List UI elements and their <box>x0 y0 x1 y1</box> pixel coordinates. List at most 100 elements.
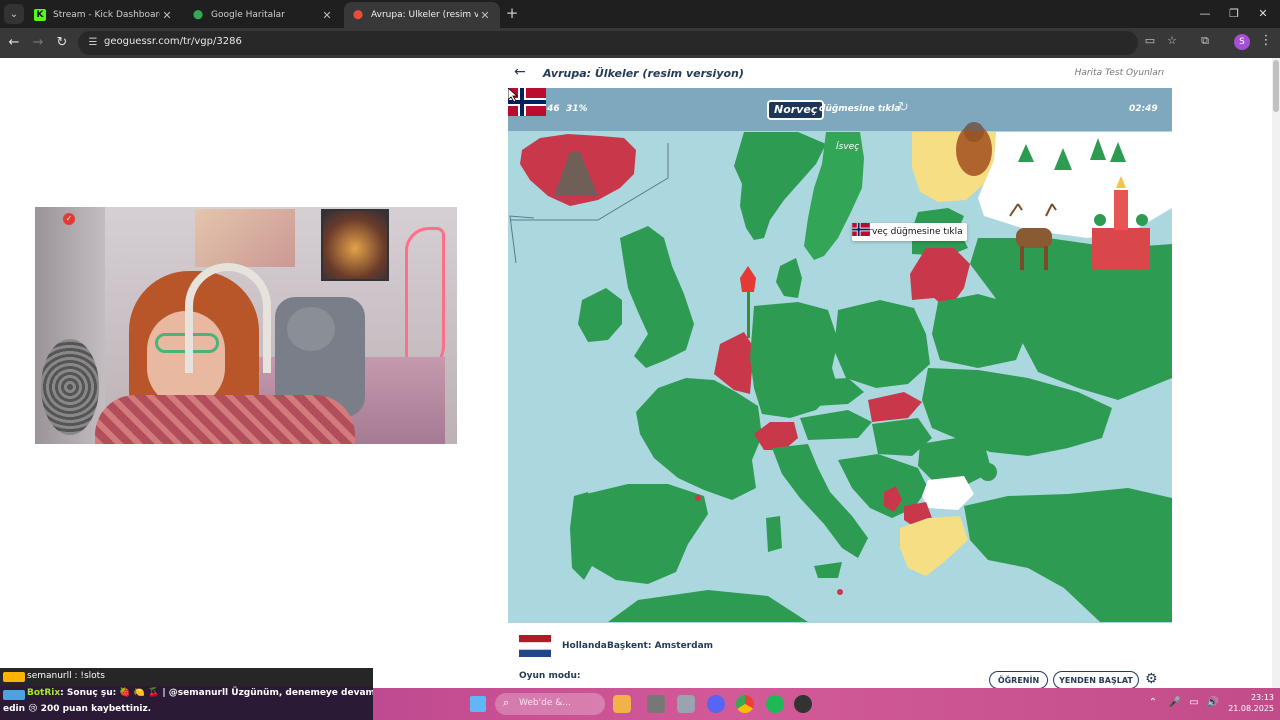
europe-map[interactable]: 16 / 46 31% Norveç düğmesine tıkla ↻ 02:… <box>508 88 1172 623</box>
country-france[interactable] <box>636 378 762 500</box>
tray-chevron-icon[interactable]: ⌃ <box>1146 697 1160 711</box>
last-country-name: Hollanda <box>562 641 607 651</box>
tab-title: Stream - Kick Dashboard <box>53 10 160 20</box>
microphone-icon[interactable]: 🎤 <box>1168 697 1182 711</box>
page-title: Avrupa: Ülkeler (resim versiyon) <box>543 67 744 80</box>
country-portugal[interactable] <box>570 492 592 580</box>
map-games-link[interactable]: Harita Test Oyunları <box>1075 68 1164 78</box>
tab-google-maps[interactable]: ⬤ Google Haritalar ✕ <box>184 2 342 28</box>
chat-message: semanurll : !slots <box>0 668 373 686</box>
tab-kick-dashboard[interactable]: K Stream - Kick Dashboard ✕ <box>26 2 182 28</box>
chat-message-text: : Sonuç şu: 🍓 🍋 🍒 | @semanurll Üzgünüm, … <box>60 688 375 698</box>
profile-avatar[interactable]: S <box>1234 34 1250 50</box>
tooltip-text: Norveç düğmesine tıkla <box>856 227 963 237</box>
extensions-icon[interactable]: ⧉ <box>1197 33 1213 49</box>
windows-taskbar: ⌕ Web'de &... ⌃ 🎤 ▭ 🔊 <box>373 688 1280 720</box>
close-window-icon[interactable]: ✕ <box>1248 4 1278 24</box>
close-icon[interactable]: ✕ <box>160 9 174 22</box>
network-icon[interactable]: ▭ <box>1187 697 1201 711</box>
chat-message-text: edin 😢 200 puan kaybettiniz. <box>3 704 152 714</box>
country-sardinia[interactable] <box>766 516 782 552</box>
chat-message-line: BotRix: Sonuç şu: 🍓 🍋 🍒 | @semanurll Üzg… <box>27 688 375 698</box>
country-greece[interactable] <box>900 516 968 576</box>
forward-icon[interactable]: → <box>28 33 48 53</box>
star-icon[interactable]: ☆ <box>1164 33 1180 49</box>
country-austria[interactable] <box>800 410 872 440</box>
andorra-marker[interactable] <box>695 495 701 501</box>
spotify-icon[interactable] <box>766 695 784 713</box>
close-icon[interactable]: ✕ <box>478 9 492 22</box>
mouse-cursor-icon <box>508 88 518 102</box>
chat-message: BotRix: Sonuç şu: 🍓 🍋 🍒 | @semanurll Üzg… <box>0 686 375 720</box>
gear-icon[interactable]: ⚙ <box>1145 671 1161 687</box>
game-header: ← Avrupa: Ülkeler (resim versiyon) Harit… <box>508 62 1172 86</box>
country-ireland[interactable] <box>578 288 622 342</box>
new-tab-icon[interactable]: + <box>503 4 521 22</box>
search-icon: ⌕ <box>503 696 510 709</box>
target-instruction: düğmesine tıkla <box>819 104 901 114</box>
address-bar[interactable]: ☰ geoguessr.com/tr/vgp/3286 <box>78 31 1138 55</box>
country-czechia[interactable] <box>810 378 864 406</box>
country-turkey[interactable] <box>964 488 1172 622</box>
netherlands-flag-icon <box>519 635 551 657</box>
clock-date: 21.08.2025 <box>1228 704 1274 713</box>
url-text: geoguessr.com/tr/vgp/3286 <box>104 36 242 47</box>
minimize-icon[interactable]: — <box>1190 4 1220 24</box>
country-north-africa[interactable] <box>608 590 808 622</box>
page-scrollbar[interactable] <box>1272 58 1280 688</box>
windows-start-icon[interactable] <box>470 696 486 712</box>
country-bulgaria[interactable] <box>922 476 974 510</box>
reload-icon[interactable]: ↻ <box>52 33 72 53</box>
close-icon[interactable]: ✕ <box>320 9 334 22</box>
learn-button[interactable]: ÖĞRENİN <box>989 671 1048 689</box>
pin-icon: ⬤ <box>352 10 364 20</box>
hover-tooltip: Norveç düğmesine tıkla <box>852 223 967 241</box>
back-arrow-icon[interactable]: ← <box>514 64 530 82</box>
map-svg[interactable] <box>508 88 1172 623</box>
chrome-icon[interactable] <box>736 695 754 713</box>
country-uk[interactable] <box>620 226 694 368</box>
tab-search-icon[interactable]: ⌄ <box>4 4 24 24</box>
clock-time: 23:13 <box>1250 693 1274 702</box>
last-answer-row: Hollanda Başkent: Amsterdam <box>519 635 1159 659</box>
taskbar-search[interactable]: ⌕ Web'de &... <box>495 693 605 715</box>
kick-icon: K <box>34 9 46 21</box>
webcam-video: ✓ <box>35 207 457 444</box>
chat-username: BotRix <box>27 688 61 698</box>
maximize-icon[interactable]: ❐ <box>1219 4 1249 24</box>
refresh-icon[interactable]: ↻ <box>898 100 914 116</box>
restart-button[interactable]: YENDEN BAŞLAT <box>1053 671 1139 689</box>
cast-icon[interactable]: ▭ <box>1142 33 1158 49</box>
country-spain[interactable] <box>586 484 708 584</box>
target-country: Norveç <box>767 100 825 120</box>
chat-badge-icon <box>3 672 25 682</box>
game-timer: 02:49 <box>1129 104 1158 114</box>
app-icon[interactable] <box>613 695 631 713</box>
discord-icon[interactable] <box>707 695 725 713</box>
search-placeholder: Web'de &... <box>519 698 571 708</box>
country-sicily[interactable] <box>814 562 842 578</box>
tab-geoguessr[interactable]: ⬤ Avrupa: Ülkeler (resim versiyon) ✕ <box>344 2 500 28</box>
tab-title: Avrupa: Ülkeler (resim versiyon) <box>371 10 478 20</box>
settings-app-icon[interactable] <box>677 695 695 713</box>
menu-icon[interactable]: ⋮ <box>1259 33 1273 51</box>
taskbar-clock[interactable]: 23:13 21.08.2025 <box>1226 692 1274 714</box>
game-mode-label: Oyun modu: <box>519 671 581 681</box>
norway-flag-icon <box>852 223 870 236</box>
obs-icon[interactable] <box>794 695 812 713</box>
malta-marker[interactable] <box>837 589 843 595</box>
volume-icon[interactable]: 🔊 <box>1206 697 1220 711</box>
bot-badge-icon <box>3 690 25 700</box>
country-denmark[interactable] <box>776 258 802 298</box>
tab-title: Google Haritalar <box>211 10 285 20</box>
last-country-capital: Başkent: Amsterdam <box>607 641 714 651</box>
maps-pin-icon: ⬤ <box>192 10 204 20</box>
site-info-icon[interactable]: ☰ <box>86 36 100 50</box>
file-explorer-icon[interactable] <box>647 695 665 713</box>
country-slovakia[interactable] <box>868 392 922 422</box>
country-label-sweden: İsveç <box>836 142 860 152</box>
back-icon[interactable]: ← <box>4 33 24 53</box>
country-poland[interactable] <box>834 300 930 388</box>
score-percent: 31% <box>566 104 588 114</box>
stream-logo-icon: ✓ <box>63 213 75 225</box>
